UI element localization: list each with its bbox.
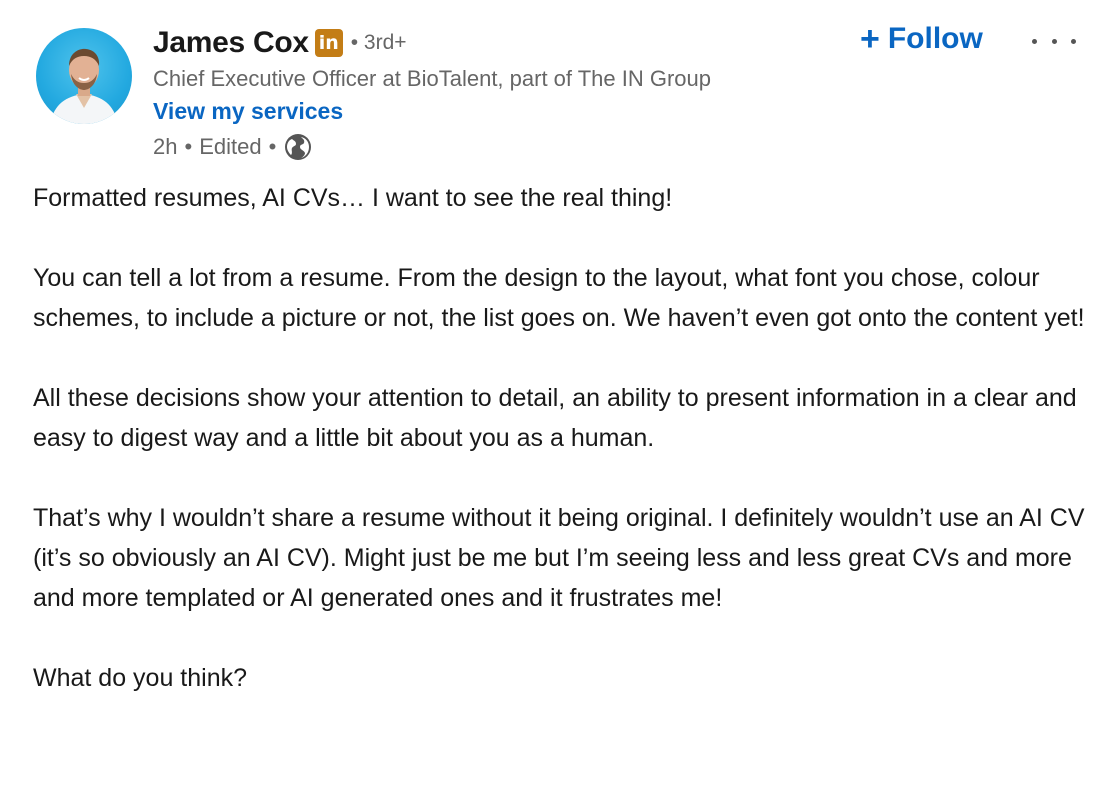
author-headline: Chief Executive Officer at BioTalent, pa… xyxy=(153,66,712,91)
author-name[interactable]: James Cox xyxy=(153,26,309,60)
author-name-row: James Cox in • 3rd+ xyxy=(153,26,407,60)
edited-label: Edited xyxy=(199,134,262,159)
follow-label: Follow xyxy=(887,22,983,55)
more-horizontal-icon-dot xyxy=(1051,38,1057,44)
post-paragraph: That’s why I wouldn’t share a resume wit… xyxy=(33,504,1085,612)
more-options-button[interactable] xyxy=(1032,26,1076,56)
globe-icon xyxy=(283,132,313,162)
view-services-link[interactable]: View my services xyxy=(153,98,343,125)
connection-degree: • 3rd+ xyxy=(350,31,407,54)
author-avatar[interactable] xyxy=(36,28,132,124)
premium-linkedin-badge-icon: in xyxy=(314,29,343,57)
post-paragraph: Formatted resumes, AI CVs… I want to see… xyxy=(33,184,673,212)
avatar-photo xyxy=(50,48,118,124)
post-paragraph: What do you think? xyxy=(33,664,248,692)
post-paragraph: All these decisions show your attention … xyxy=(33,384,1077,452)
post-paragraph: You can tell a lot from a resume. From t… xyxy=(33,264,1085,332)
post-body: Formatted resumes, AI CVs… I want to see… xyxy=(33,178,1093,698)
follow-button[interactable]: + Follow xyxy=(860,22,983,56)
more-horizontal-icon-dot xyxy=(1071,38,1076,44)
plus-icon: + xyxy=(860,20,880,58)
post-header: James Cox in • 3rd+ Chief Executive Offi… xyxy=(0,0,1106,175)
post-time: 2h xyxy=(153,134,178,159)
post-meta: 2h • Edited • xyxy=(153,132,313,162)
more-horizontal-icon-dot xyxy=(1032,38,1037,44)
meta-separator: • xyxy=(268,134,277,159)
meta-separator: • xyxy=(184,134,193,159)
feed-post: James Cox in • 3rd+ Chief Executive Offi… xyxy=(0,0,1106,792)
